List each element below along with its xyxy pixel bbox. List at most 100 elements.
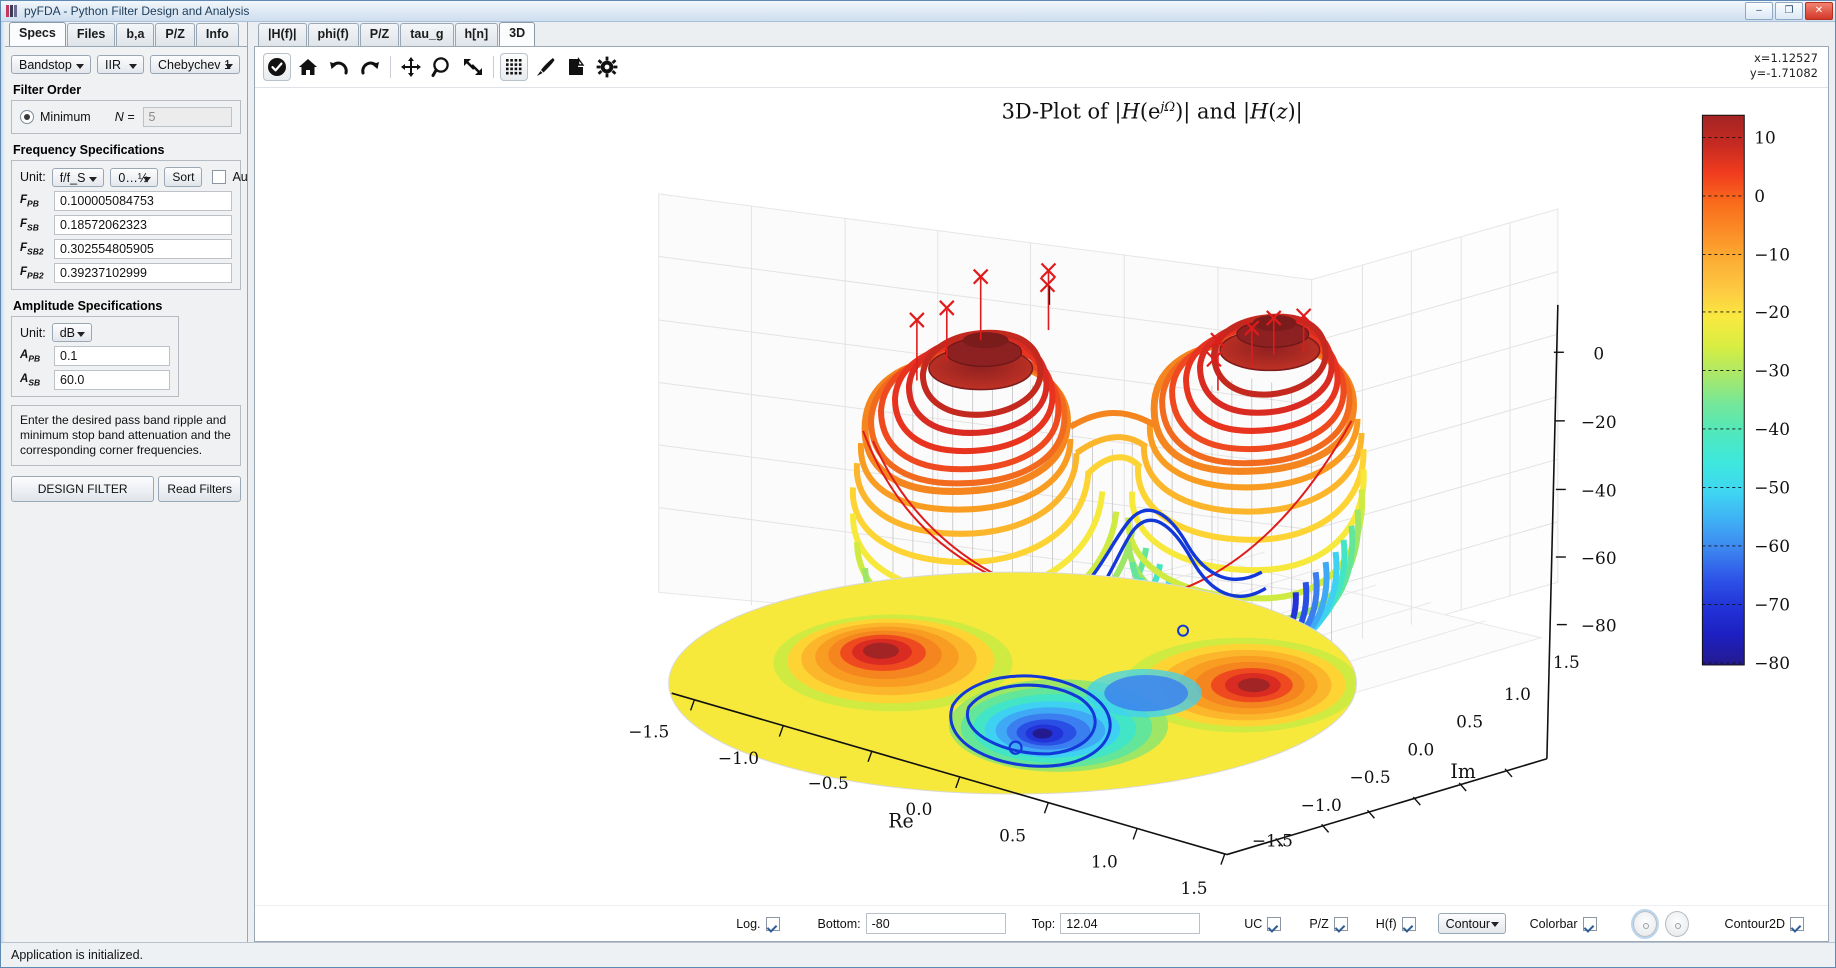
colorbar-option[interactable]: Colorbar xyxy=(1530,916,1597,931)
paintbrush-icon[interactable] xyxy=(531,53,559,81)
frequency-unit-select[interactable]: f/f_S xyxy=(51,167,105,187)
toolbar-divider xyxy=(390,56,391,78)
tab-group-delay[interactable]: tau_g xyxy=(400,23,454,46)
minimum-order-radio[interactable] xyxy=(20,110,34,124)
order-n-input[interactable]: 5 xyxy=(142,107,232,127)
enable-update-icon[interactable] xyxy=(263,53,291,81)
design-filter-button[interactable]: DESIGN FILTER xyxy=(11,476,155,502)
log-checkbox[interactable] xyxy=(765,916,780,931)
svg-text:−60: −60 xyxy=(1754,537,1790,557)
minimize-button[interactable]: – xyxy=(1745,2,1773,20)
tab-ba[interactable]: b,a xyxy=(116,23,155,46)
close-button[interactable]: ✕ xyxy=(1805,2,1833,20)
panel-edge xyxy=(1,22,5,942)
filter-class-select[interactable]: IIR xyxy=(97,55,144,74)
tab-info[interactable]: Info xyxy=(195,23,239,46)
tab-impulse[interactable]: h[n] xyxy=(454,23,499,46)
svg-text:−40: −40 xyxy=(1581,481,1617,501)
svg-text:−80: −80 xyxy=(1581,617,1617,637)
auto-label: Auto xyxy=(232,170,247,184)
tab-pz[interactable]: P/Z xyxy=(155,23,195,46)
cursor-coordinates: x=1.12527 y=-1.71082 xyxy=(1750,51,1818,81)
frequency-range-select[interactable]: 0…½ xyxy=(110,167,159,187)
contour2d-checkbox[interactable] xyxy=(1790,916,1804,931)
svg-text:1.0: 1.0 xyxy=(1504,685,1531,705)
full-view-icon[interactable] xyxy=(459,53,487,81)
response-type-select[interactable]: Bandstop xyxy=(11,55,91,74)
uc-checkbox[interactable] xyxy=(1267,916,1282,931)
asb-input[interactable]: 60.0 xyxy=(54,370,170,390)
plot-title: 3D-Plot of |H(ejΩ)| and |H(z)| xyxy=(1002,98,1303,124)
cursor-x-value: x=1.12527 xyxy=(1754,51,1818,65)
amplitude-specs-group: Unit: dB APB 0.1 ASB 60.0 xyxy=(11,316,179,397)
fsb2-label: FSB2 xyxy=(20,241,44,257)
fpb-label: FPB xyxy=(20,193,39,209)
uc-option[interactable]: UC xyxy=(1244,916,1282,931)
plot-container: x=1.12527 y=-1.71082 −1.5 −1.0 −0.5 0.0 … xyxy=(254,46,1829,942)
back-arrow-icon[interactable] xyxy=(325,53,353,81)
tab-specs[interactable]: Specs xyxy=(9,22,66,46)
plot-tab-bar: |H(f)| phi(f) P/Z tau_g h[n] 3D xyxy=(248,22,1835,46)
home-icon[interactable] xyxy=(294,53,322,81)
tab-files[interactable]: Files xyxy=(66,23,116,46)
amp-spec-row-asb: ASB 60.0 xyxy=(20,370,170,390)
design-method-select[interactable]: Chebychev 1 xyxy=(150,55,240,74)
azimuth-dial[interactable] xyxy=(1664,910,1689,937)
floor-contour-plot xyxy=(668,572,1357,795)
plot-style-select[interactable]: Contour xyxy=(1437,913,1506,934)
zoom-magnifier-icon[interactable] xyxy=(428,53,456,81)
elevation-dial[interactable] xyxy=(1632,910,1657,937)
pz-option[interactable]: P/Z xyxy=(1309,916,1348,931)
svg-text:0.0: 0.0 xyxy=(1407,741,1434,761)
freq-spec-row-fsb: FSB 0.18572062323 xyxy=(20,215,232,235)
cursor-y-value: y=-1.71082 xyxy=(1749,66,1818,80)
frequency-specs-title: Frequency Specifications xyxy=(13,143,165,157)
grid-icon[interactable] xyxy=(500,53,528,81)
forward-arrow-icon[interactable] xyxy=(356,53,384,81)
hf-option[interactable]: H(f) xyxy=(1376,916,1416,931)
tab-pole-zero[interactable]: P/Z xyxy=(359,23,400,46)
svg-text:−0.5: −0.5 xyxy=(1350,768,1391,788)
tab-magnitude[interactable]: |H(f)| xyxy=(258,23,307,46)
freq-spec-row-fpb: FPB 0.100005084753 xyxy=(20,191,232,211)
top-option: Top: xyxy=(1032,913,1201,934)
top-input[interactable] xyxy=(1060,913,1201,934)
fsb-label: FSB xyxy=(20,217,39,233)
auto-checkbox[interactable] xyxy=(212,170,227,184)
bottom-input[interactable] xyxy=(865,913,1006,934)
fpb2-label: FPB2 xyxy=(20,265,44,281)
read-filters-button[interactable]: Read Filters xyxy=(158,476,241,502)
tab-3d[interactable]: 3D xyxy=(499,22,536,46)
svg-text:−60: −60 xyxy=(1581,549,1617,569)
pan-move-icon[interactable] xyxy=(397,53,425,81)
freq-spec-row-fpb2: FPB2 0.39237102999 xyxy=(20,263,232,283)
fsb-input[interactable]: 0.18572062323 xyxy=(54,215,232,235)
fpb-input[interactable]: 0.100005084753 xyxy=(54,191,232,211)
main-body: Specs Files b,a P/Z Info Bandstop IIR Ch… xyxy=(1,22,1835,942)
colorbar-checkbox[interactable] xyxy=(1582,916,1597,931)
svg-text:−50: −50 xyxy=(1754,478,1790,498)
settings-gear-icon[interactable] xyxy=(593,53,621,81)
specs-panel: Bandstop IIR Chebychev 1 Filter Order Mi… xyxy=(5,46,247,942)
save-figure-icon[interactable] xyxy=(562,53,590,81)
svg-text:−1.0: −1.0 xyxy=(718,749,759,769)
apb-input[interactable]: 0.1 xyxy=(54,346,170,366)
log-option[interactable]: Log. xyxy=(736,916,780,931)
amp-spec-row-apb: APB 0.1 xyxy=(20,346,170,366)
amplitude-unit-select[interactable]: dB xyxy=(51,323,92,342)
contour2d-option[interactable]: Contour2D xyxy=(1725,916,1804,931)
maximize-button[interactable]: ❐ xyxy=(1775,2,1803,20)
top-label: Top: xyxy=(1031,916,1056,931)
sort-button[interactable]: Sort xyxy=(164,167,203,187)
tab-phase[interactable]: phi(f) xyxy=(307,23,359,46)
application-window: pyFDA - Python Filter Design and Analysi… xyxy=(0,0,1836,968)
pz-checkbox[interactable] xyxy=(1333,916,1348,931)
hf-checkbox[interactable] xyxy=(1401,916,1416,931)
colorbar: 10 0 −10 −20 −30 −40 −50 −60 −70 −80 xyxy=(1701,114,1790,674)
fsb2-input[interactable]: 0.302554805905 xyxy=(54,239,232,259)
x-axis-label: Re xyxy=(888,810,913,832)
svg-text:−20: −20 xyxy=(1754,303,1790,323)
fpb2-input[interactable]: 0.39237102999 xyxy=(54,263,232,283)
svg-text:3D-Plot of |H(ejΩ)| and |H(z)|: 3D-Plot of |H(ejΩ)| and |H(z)| xyxy=(1002,98,1303,124)
plot-canvas[interactable]: −1.5 −1.0 −0.5 0.0 0.5 1.0 1.5 1.5 1.0 0… xyxy=(255,88,1828,905)
